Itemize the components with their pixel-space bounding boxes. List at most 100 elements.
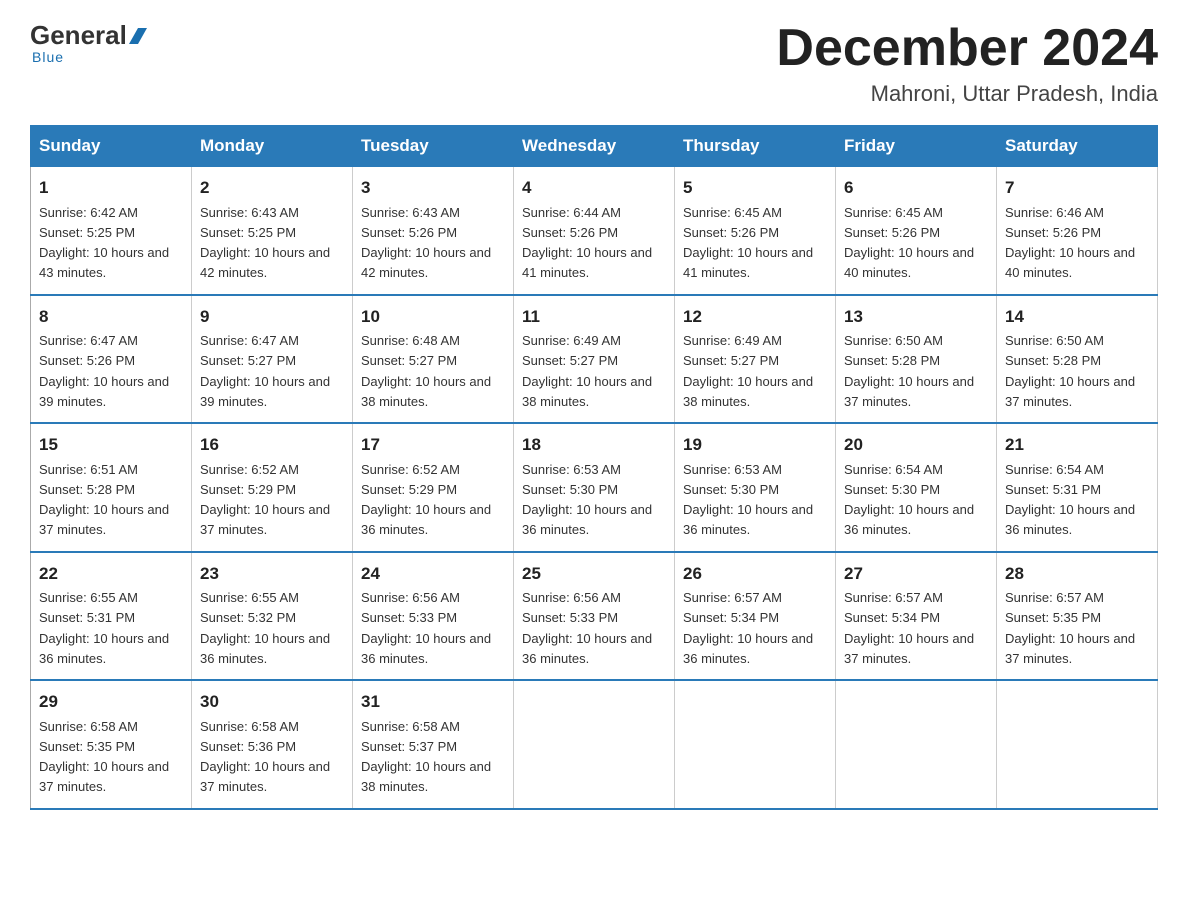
day-number: 25: [522, 561, 666, 587]
day-number: 19: [683, 432, 827, 458]
table-row: 15 Sunrise: 6:51 AMSunset: 5:28 PMDaylig…: [31, 423, 192, 552]
day-info: Sunrise: 6:58 AMSunset: 5:35 PMDaylight:…: [39, 719, 169, 795]
day-number: 15: [39, 432, 183, 458]
day-info: Sunrise: 6:52 AMSunset: 5:29 PMDaylight:…: [361, 462, 491, 538]
logo: General Blue: [30, 20, 147, 65]
day-number: 22: [39, 561, 183, 587]
table-row: 23 Sunrise: 6:55 AMSunset: 5:32 PMDaylig…: [192, 552, 353, 681]
day-number: 27: [844, 561, 988, 587]
table-row: 7 Sunrise: 6:46 AMSunset: 5:26 PMDayligh…: [997, 167, 1158, 295]
table-row: 27 Sunrise: 6:57 AMSunset: 5:34 PMDaylig…: [836, 552, 997, 681]
day-info: Sunrise: 6:56 AMSunset: 5:33 PMDaylight:…: [361, 590, 491, 666]
day-number: 7: [1005, 175, 1149, 201]
table-row: 25 Sunrise: 6:56 AMSunset: 5:33 PMDaylig…: [514, 552, 675, 681]
table-row: 10 Sunrise: 6:48 AMSunset: 5:27 PMDaylig…: [353, 295, 514, 424]
table-row: 31 Sunrise: 6:58 AMSunset: 5:37 PMDaylig…: [353, 680, 514, 809]
day-number: 20: [844, 432, 988, 458]
day-info: Sunrise: 6:55 AMSunset: 5:31 PMDaylight:…: [39, 590, 169, 666]
day-info: Sunrise: 6:47 AMSunset: 5:26 PMDaylight:…: [39, 333, 169, 409]
calendar-week-row: 8 Sunrise: 6:47 AMSunset: 5:26 PMDayligh…: [31, 295, 1158, 424]
logo-general-text: General: [30, 20, 127, 51]
day-info: Sunrise: 6:46 AMSunset: 5:26 PMDaylight:…: [1005, 205, 1135, 281]
day-number: 17: [361, 432, 505, 458]
calendar-table: Sunday Monday Tuesday Wednesday Thursday…: [30, 125, 1158, 810]
table-row: 22 Sunrise: 6:55 AMSunset: 5:31 PMDaylig…: [31, 552, 192, 681]
table-row: 3 Sunrise: 6:43 AMSunset: 5:26 PMDayligh…: [353, 167, 514, 295]
table-row: 26 Sunrise: 6:57 AMSunset: 5:34 PMDaylig…: [675, 552, 836, 681]
calendar-week-row: 15 Sunrise: 6:51 AMSunset: 5:28 PMDaylig…: [31, 423, 1158, 552]
day-number: 10: [361, 304, 505, 330]
col-saturday: Saturday: [997, 126, 1158, 167]
day-info: Sunrise: 6:45 AMSunset: 5:26 PMDaylight:…: [683, 205, 813, 281]
table-row: 19 Sunrise: 6:53 AMSunset: 5:30 PMDaylig…: [675, 423, 836, 552]
table-row: 1 Sunrise: 6:42 AMSunset: 5:25 PMDayligh…: [31, 167, 192, 295]
day-info: Sunrise: 6:50 AMSunset: 5:28 PMDaylight:…: [844, 333, 974, 409]
day-info: Sunrise: 6:49 AMSunset: 5:27 PMDaylight:…: [683, 333, 813, 409]
day-info: Sunrise: 6:52 AMSunset: 5:29 PMDaylight:…: [200, 462, 330, 538]
day-info: Sunrise: 6:58 AMSunset: 5:37 PMDaylight:…: [361, 719, 491, 795]
day-info: Sunrise: 6:51 AMSunset: 5:28 PMDaylight:…: [39, 462, 169, 538]
day-number: 1: [39, 175, 183, 201]
day-number: 11: [522, 304, 666, 330]
day-number: 9: [200, 304, 344, 330]
table-row: 28 Sunrise: 6:57 AMSunset: 5:35 PMDaylig…: [997, 552, 1158, 681]
day-info: Sunrise: 6:45 AMSunset: 5:26 PMDaylight:…: [844, 205, 974, 281]
day-info: Sunrise: 6:53 AMSunset: 5:30 PMDaylight:…: [683, 462, 813, 538]
col-thursday: Thursday: [675, 126, 836, 167]
col-monday: Monday: [192, 126, 353, 167]
table-row: 20 Sunrise: 6:54 AMSunset: 5:30 PMDaylig…: [836, 423, 997, 552]
table-row: 17 Sunrise: 6:52 AMSunset: 5:29 PMDaylig…: [353, 423, 514, 552]
table-row: 12 Sunrise: 6:49 AMSunset: 5:27 PMDaylig…: [675, 295, 836, 424]
day-info: Sunrise: 6:56 AMSunset: 5:33 PMDaylight:…: [522, 590, 652, 666]
day-number: 8: [39, 304, 183, 330]
table-row: 14 Sunrise: 6:50 AMSunset: 5:28 PMDaylig…: [997, 295, 1158, 424]
table-row: 6 Sunrise: 6:45 AMSunset: 5:26 PMDayligh…: [836, 167, 997, 295]
table-row: [836, 680, 997, 809]
day-number: 18: [522, 432, 666, 458]
table-row: 18 Sunrise: 6:53 AMSunset: 5:30 PMDaylig…: [514, 423, 675, 552]
day-number: 4: [522, 175, 666, 201]
day-info: Sunrise: 6:47 AMSunset: 5:27 PMDaylight:…: [200, 333, 330, 409]
month-title: December 2024: [776, 20, 1158, 77]
calendar-week-row: 1 Sunrise: 6:42 AMSunset: 5:25 PMDayligh…: [31, 167, 1158, 295]
day-number: 23: [200, 561, 344, 587]
day-info: Sunrise: 6:57 AMSunset: 5:34 PMDaylight:…: [844, 590, 974, 666]
day-info: Sunrise: 6:48 AMSunset: 5:27 PMDaylight:…: [361, 333, 491, 409]
day-number: 3: [361, 175, 505, 201]
day-number: 30: [200, 689, 344, 715]
col-tuesday: Tuesday: [353, 126, 514, 167]
page-header: General Blue December 2024 Mahroni, Utta…: [30, 20, 1158, 107]
day-info: Sunrise: 6:54 AMSunset: 5:30 PMDaylight:…: [844, 462, 974, 538]
day-info: Sunrise: 6:43 AMSunset: 5:26 PMDaylight:…: [361, 205, 491, 281]
table-row: 4 Sunrise: 6:44 AMSunset: 5:26 PMDayligh…: [514, 167, 675, 295]
table-row: 21 Sunrise: 6:54 AMSunset: 5:31 PMDaylig…: [997, 423, 1158, 552]
day-number: 16: [200, 432, 344, 458]
day-number: 12: [683, 304, 827, 330]
table-row: [514, 680, 675, 809]
table-row: 5 Sunrise: 6:45 AMSunset: 5:26 PMDayligh…: [675, 167, 836, 295]
calendar-week-row: 22 Sunrise: 6:55 AMSunset: 5:31 PMDaylig…: [31, 552, 1158, 681]
day-info: Sunrise: 6:57 AMSunset: 5:34 PMDaylight:…: [683, 590, 813, 666]
table-row: 11 Sunrise: 6:49 AMSunset: 5:27 PMDaylig…: [514, 295, 675, 424]
table-row: 2 Sunrise: 6:43 AMSunset: 5:25 PMDayligh…: [192, 167, 353, 295]
day-number: 26: [683, 561, 827, 587]
day-info: Sunrise: 6:50 AMSunset: 5:28 PMDaylight:…: [1005, 333, 1135, 409]
calendar-week-row: 29 Sunrise: 6:58 AMSunset: 5:35 PMDaylig…: [31, 680, 1158, 809]
day-number: 14: [1005, 304, 1149, 330]
day-info: Sunrise: 6:58 AMSunset: 5:36 PMDaylight:…: [200, 719, 330, 795]
day-number: 28: [1005, 561, 1149, 587]
day-number: 13: [844, 304, 988, 330]
col-friday: Friday: [836, 126, 997, 167]
day-info: Sunrise: 6:43 AMSunset: 5:25 PMDaylight:…: [200, 205, 330, 281]
table-row: 9 Sunrise: 6:47 AMSunset: 5:27 PMDayligh…: [192, 295, 353, 424]
table-row: 29 Sunrise: 6:58 AMSunset: 5:35 PMDaylig…: [31, 680, 192, 809]
table-row: 30 Sunrise: 6:58 AMSunset: 5:36 PMDaylig…: [192, 680, 353, 809]
day-number: 24: [361, 561, 505, 587]
title-block: December 2024 Mahroni, Uttar Pradesh, In…: [776, 20, 1158, 107]
day-info: Sunrise: 6:53 AMSunset: 5:30 PMDaylight:…: [522, 462, 652, 538]
table-row: [675, 680, 836, 809]
logo-blue-text: Blue: [32, 49, 64, 65]
table-row: [997, 680, 1158, 809]
day-number: 2: [200, 175, 344, 201]
day-info: Sunrise: 6:54 AMSunset: 5:31 PMDaylight:…: [1005, 462, 1135, 538]
